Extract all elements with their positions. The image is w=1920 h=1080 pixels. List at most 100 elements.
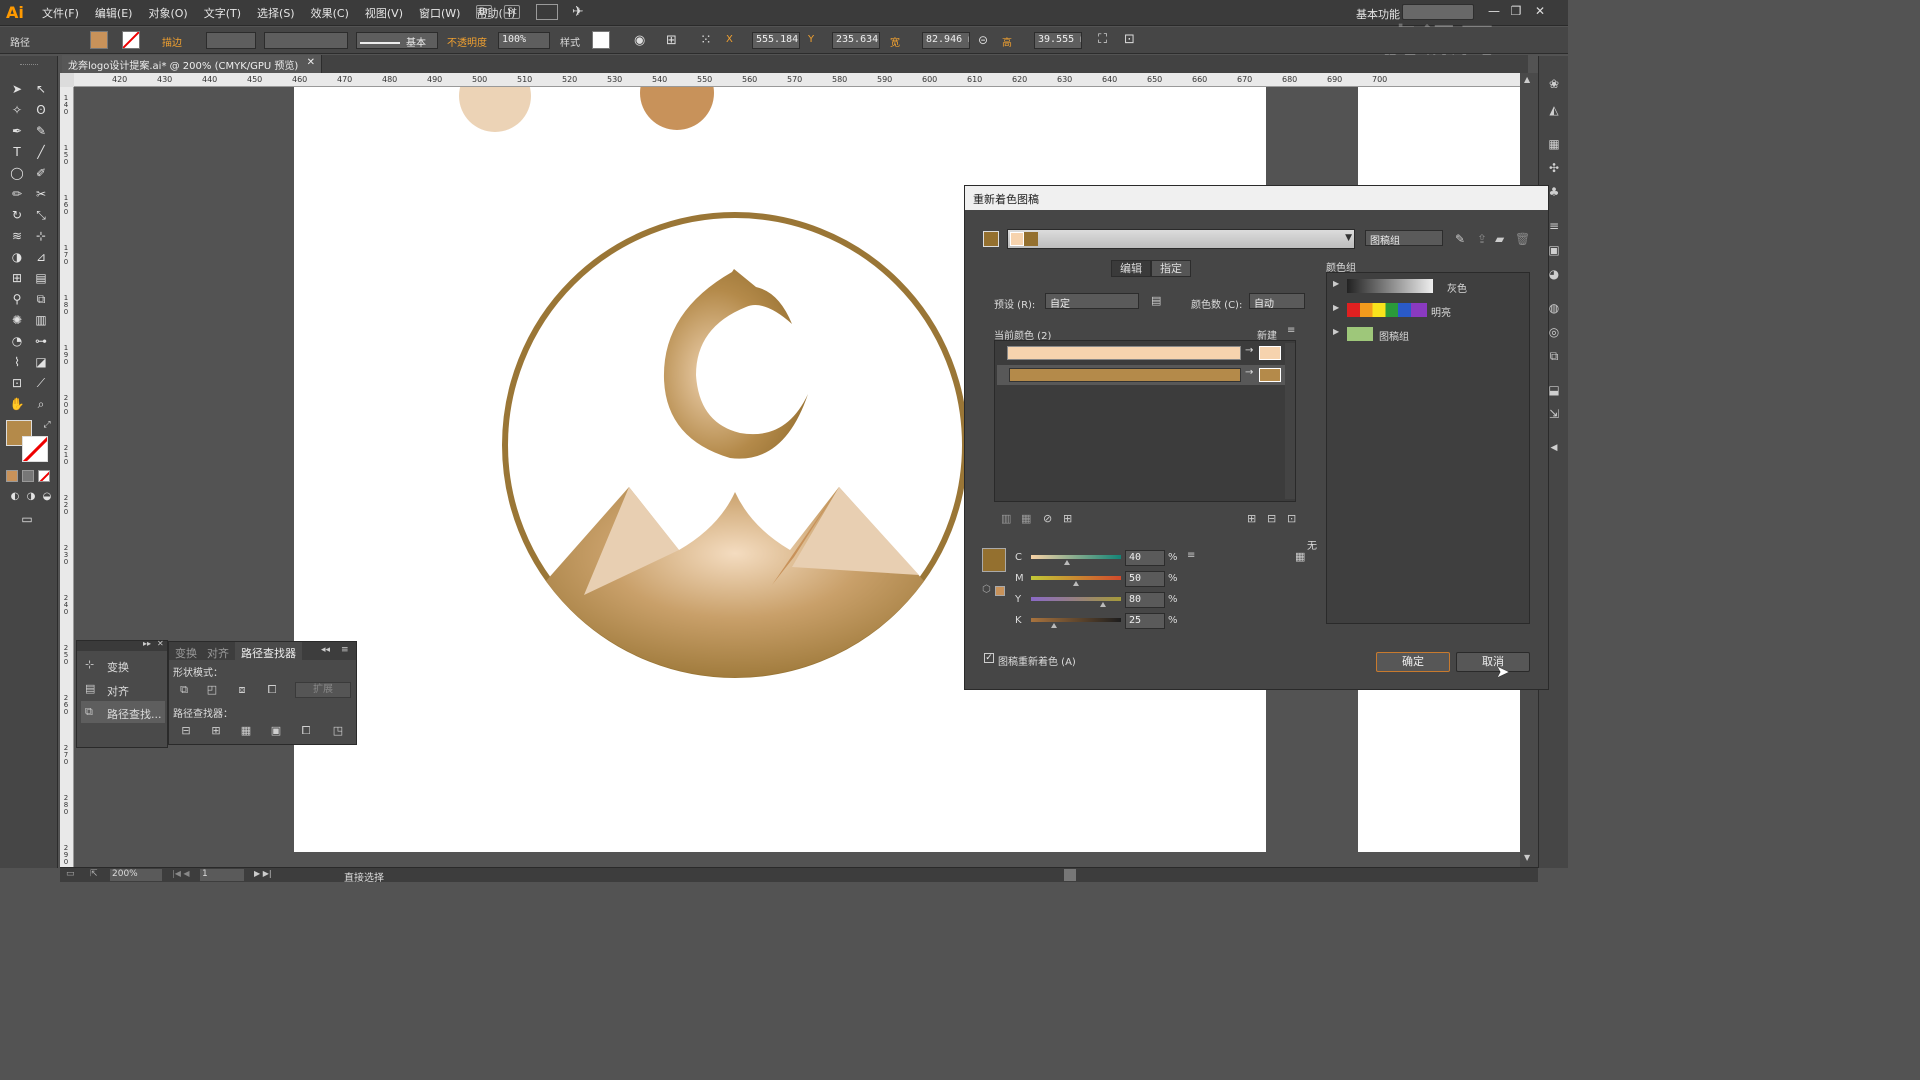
gamut-color-swatch[interactable] xyxy=(995,586,1005,596)
menu-file[interactable]: 文件(F) xyxy=(36,5,85,21)
group-name-field[interactable]: 图稿组 xyxy=(1365,230,1443,247)
channel-thumb[interactable] xyxy=(1073,581,1079,586)
preset-dropdown[interactable]: 自定 xyxy=(1045,293,1139,310)
color-panel-icon[interactable]: ❀ xyxy=(1546,76,1562,92)
panel-item-pathfinder[interactable]: ⧉ 路径查找... xyxy=(81,701,165,723)
ellipse-tool-icon[interactable]: ◯ xyxy=(8,164,26,182)
current-tool-status[interactable]: 直接选择 xyxy=(344,869,384,884)
random-saturation-icon[interactable]: ⊟ xyxy=(1267,512,1276,525)
trim-icon[interactable]: ⊞ xyxy=(207,723,225,739)
channel-slider[interactable] xyxy=(1031,555,1121,559)
gradient-mode-icon[interactable] xyxy=(22,470,34,482)
knife-tool-icon[interactable]: ⟋ xyxy=(32,374,50,392)
panel-header[interactable]: ▸▸ ✕ xyxy=(77,639,167,651)
warp-tool-icon[interactable]: ≋ xyxy=(8,227,26,245)
fill-swatch[interactable] xyxy=(90,31,108,49)
menu-select[interactable]: 选择(S) xyxy=(251,5,301,21)
draw-inside-icon[interactable]: ◒ xyxy=(38,488,56,506)
strip-dropdown-icon[interactable]: ▼ xyxy=(1345,233,1352,243)
menu-object[interactable]: 对象(O) xyxy=(142,5,193,21)
hand-tool-icon[interactable]: ✋ xyxy=(8,395,26,413)
line-tool-icon[interactable]: ╱ xyxy=(32,143,50,161)
ok-button[interactable]: 确定 xyxy=(1376,652,1450,672)
channel-thumb[interactable] xyxy=(1100,602,1106,607)
shape-builder-tool-icon[interactable]: ◑ xyxy=(8,248,26,266)
mesh-tool-icon[interactable]: ⊞ xyxy=(8,269,26,287)
scissors-tool-icon[interactable]: ✂ xyxy=(32,185,50,203)
ruler-origin[interactable] xyxy=(60,73,74,87)
color-row-selected[interactable]: → xyxy=(997,365,1291,385)
merge-colors-icon[interactable]: ▥ xyxy=(1001,512,1011,525)
channel-slider[interactable] xyxy=(1031,618,1121,622)
width-tool-icon[interactable]: ⊶ xyxy=(32,332,50,350)
tab-assign[interactable]: 指定 xyxy=(1151,260,1191,277)
list-scrollbar[interactable] xyxy=(1285,343,1295,499)
expand-icon[interactable]: ▶ xyxy=(1333,279,1339,288)
horizontal-ruler[interactable]: 420 430 440 450 460 470 480 490 500 510 … xyxy=(74,73,1528,87)
export-icon[interactable]: ⇱ xyxy=(90,869,98,879)
divide-icon[interactable]: ⊟ xyxy=(177,723,195,739)
tab-align[interactable]: 对齐 xyxy=(207,645,229,661)
toolbar-grip[interactable] xyxy=(20,64,38,67)
scroll-thumb[interactable] xyxy=(1064,869,1076,881)
isolate-icon[interactable]: ⊡ xyxy=(1124,32,1135,47)
free-transform-tool-icon[interactable]: ⊹ xyxy=(32,227,50,245)
new-color-swatch[interactable] xyxy=(1259,346,1281,360)
zoom-field[interactable]: 200% xyxy=(110,869,162,881)
preset-options-icon[interactable]: ▤ xyxy=(1151,294,1161,307)
y-field[interactable]: 235.634 r xyxy=(832,32,880,49)
tab-pathfinder[interactable]: 路径查找器 xyxy=(235,642,302,660)
panel-item-transform[interactable]: ⊹ 变换 xyxy=(81,655,165,675)
minus-front-icon[interactable]: ◰ xyxy=(203,682,221,698)
column-graph-tool-icon[interactable]: ▥ xyxy=(32,311,50,329)
expand-icon[interactable]: ▶ xyxy=(1333,303,1339,312)
color-group-strip[interactable]: ▼ xyxy=(1007,229,1355,249)
separate-colors-icon[interactable]: ▦ xyxy=(1021,512,1031,525)
scale-tool-icon[interactable]: ⤡ xyxy=(32,206,50,224)
graphic-style-swatch[interactable] xyxy=(592,31,610,49)
tab-transform[interactable]: 变换 xyxy=(175,645,197,661)
expand-icon[interactable]: ▶ xyxy=(1333,327,1339,336)
color-group-row[interactable]: ▶ 灰色 xyxy=(1331,275,1527,297)
unite-icon[interactable]: ⧉ xyxy=(175,682,193,698)
bridge-icon[interactable]: Br xyxy=(476,5,492,19)
swatches-panel-icon[interactable]: ▦ xyxy=(1546,136,1562,152)
recolor-artwork-icon[interactable]: ◉ xyxy=(634,33,645,48)
collapse-icon[interactable]: ▸▸ xyxy=(143,639,151,648)
direct-selection-tool-icon[interactable]: ↖ xyxy=(32,80,50,98)
color-count-dropdown[interactable]: 自动 xyxy=(1249,293,1305,310)
magic-wand-tool-icon[interactable]: ✧ xyxy=(8,101,26,119)
document-tab[interactable]: 龙奔logo设计提案.ai* @ 200% (CMYK/GPU 预览) ✕ xyxy=(62,55,322,73)
x-field[interactable]: 555.184 r xyxy=(752,32,800,49)
none-mode-icon[interactable] xyxy=(38,470,50,482)
arrange-documents-icon[interactable] xyxy=(536,4,558,20)
lasso-tool-icon[interactable]: ʘ xyxy=(32,101,50,119)
gradient-tool-icon[interactable]: ▤ xyxy=(32,269,50,287)
stock-icon[interactable]: St xyxy=(504,5,520,19)
tab-edit[interactable]: 编辑 xyxy=(1111,260,1151,277)
align-to-icon[interactable]: ⊞ xyxy=(666,33,677,48)
stroke-label[interactable]: 描边 xyxy=(162,34,182,49)
brush-definition-dropdown[interactable]: 基本 xyxy=(356,32,438,49)
horizontal-scrollbar[interactable] xyxy=(464,868,1534,882)
cancel-button[interactable]: 取消 xyxy=(1456,652,1530,672)
new-row-icon[interactable]: ⊞ xyxy=(1063,512,1072,525)
artboard-number-field[interactable]: 1 xyxy=(200,869,244,881)
current-color-bar[interactable] xyxy=(1007,346,1241,360)
get-colors-swatch[interactable] xyxy=(983,231,999,247)
eyedropper-tool-icon[interactable]: ⚲ xyxy=(8,290,26,308)
save-changes-icon[interactable]: ⇪ xyxy=(1477,232,1487,246)
screen-mode-icon[interactable]: ▭ xyxy=(18,510,36,528)
intersect-icon[interactable]: ⧈ xyxy=(233,682,251,698)
scroll-down-icon[interactable]: ▼ xyxy=(1524,853,1530,862)
zoom-tool-icon[interactable]: ⌕ xyxy=(32,395,50,413)
slice-tool-icon[interactable]: ⌇ xyxy=(8,353,26,371)
transform-icon[interactable]: ⛶ xyxy=(1098,32,1107,47)
pencil-tool-icon[interactable]: ✏ xyxy=(8,185,26,203)
stroke-swatch[interactable] xyxy=(122,31,140,49)
menu-view[interactable]: 视图(V) xyxy=(359,5,409,21)
rotate-tool-icon[interactable]: ↻ xyxy=(8,206,26,224)
color-mode-icon[interactable] xyxy=(6,470,18,482)
swap-fill-stroke-icon[interactable]: ⤢ xyxy=(38,416,56,434)
crop-icon[interactable]: ▣ xyxy=(267,723,285,739)
